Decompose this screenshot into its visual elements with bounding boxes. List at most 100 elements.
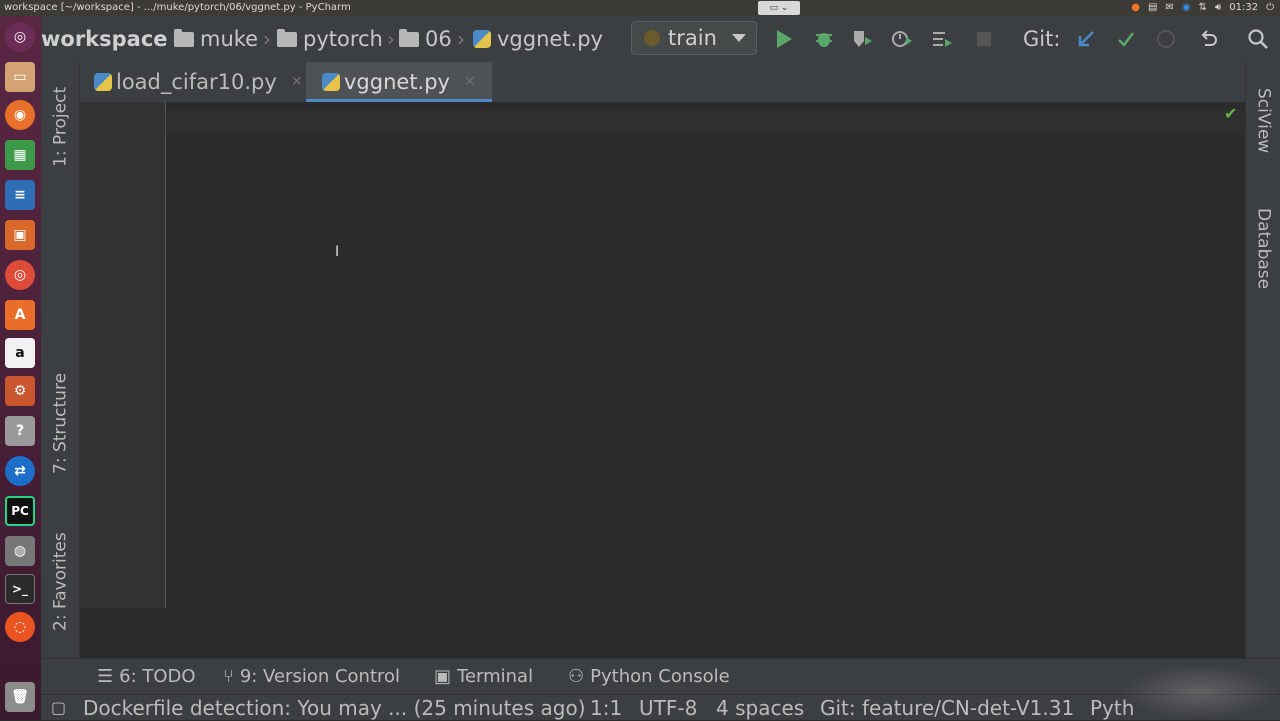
mail-icon[interactable]: ✉ bbox=[1165, 0, 1173, 16]
debug-button[interactable] bbox=[811, 26, 837, 52]
window-controls[interactable]: ▭ ⌄ bbox=[758, 1, 800, 15]
python-config-icon bbox=[644, 30, 660, 46]
tool-window-python-console[interactable]: ⚇ Python Console bbox=[568, 665, 730, 689]
editor-gutter[interactable] bbox=[80, 102, 166, 608]
editor-bottom-area bbox=[80, 608, 1245, 658]
launcher: ◎ ▭ ◉ ▦ ≡ ▣ ◎ A a ⚙ ? ⇄ PC ◍ >_ ◌ 🗑︎ bbox=[0, 16, 41, 720]
chevron-right-icon: › bbox=[387, 27, 395, 51]
notification-glow bbox=[1120, 664, 1280, 720]
breadcrumb-vggnet[interactable]: vggnet.py bbox=[473, 24, 603, 54]
window-title: workspace [~/workspace] - .../muke/pytor… bbox=[4, 2, 351, 13]
breadcrumb-pytorch[interactable]: pytorch bbox=[277, 24, 383, 54]
run-icon bbox=[777, 30, 792, 48]
power-icon[interactable]: ⏻ bbox=[1266, 0, 1274, 16]
editor-tabs: load_cifar10.py ✕ vggnet.py ✕ bbox=[80, 62, 1245, 102]
status-bar: ▢ Dockerfile detection: You may ... (25 … bbox=[41, 694, 1280, 720]
dash-icon[interactable]: ◎ bbox=[5, 22, 35, 52]
volume-icon[interactable]: 🔊︎ bbox=[1215, 0, 1221, 16]
folder-icon bbox=[399, 28, 419, 47]
close-icon[interactable]: ✕ bbox=[291, 62, 303, 102]
network-icon[interactable]: ⇅ bbox=[1199, 0, 1207, 16]
folder-icon bbox=[174, 28, 194, 47]
teamviewer-icon[interactable]: ⇄ bbox=[5, 456, 35, 486]
settings-icon[interactable]: ⚙ bbox=[5, 376, 35, 406]
teamviewer-tray-icon[interactable]: ◉ bbox=[1182, 0, 1191, 16]
writer-icon[interactable]: ≡ bbox=[5, 180, 35, 210]
tool-window-terminal[interactable]: ▣ Terminal bbox=[434, 665, 533, 689]
help-icon[interactable]: ? bbox=[5, 416, 35, 446]
coverage-button[interactable] bbox=[849, 26, 875, 52]
right-tool-strip: SciView Database bbox=[1245, 62, 1280, 658]
breadcrumb-06[interactable]: 06 bbox=[399, 24, 452, 54]
python-file-icon bbox=[94, 73, 112, 91]
concurrency-icon bbox=[933, 32, 952, 47]
chrome-icon[interactable]: ◎ bbox=[5, 260, 35, 290]
spreadsheet-icon[interactable]: ▦ bbox=[5, 140, 35, 170]
left-tool-strip: 1: Project 7: Structure 2: Favorites bbox=[41, 62, 80, 658]
text-cursor-icon: I bbox=[335, 244, 340, 260]
bug-icon bbox=[816, 33, 832, 47]
profile-button[interactable] bbox=[889, 26, 915, 52]
chevron-down-icon bbox=[732, 34, 746, 42]
tool-window-database[interactable]: Database bbox=[1246, 194, 1280, 304]
tool-window-favorites[interactable]: 2: Favorites bbox=[41, 517, 80, 647]
vcs-history-button[interactable] bbox=[1153, 26, 1179, 52]
code-editor[interactable] bbox=[167, 102, 1245, 608]
system-tray: ● ▤ ✉ ◉ ⇅ 🔊︎ 01:32 ⏻ bbox=[1131, 0, 1274, 16]
rollback-button[interactable] bbox=[1195, 26, 1221, 52]
ubuntu-icon[interactable]: ● bbox=[1131, 0, 1140, 16]
git-branch[interactable]: Git: feature/CN-det-V1.31 bbox=[820, 695, 1074, 721]
coverage-icon bbox=[854, 31, 872, 47]
clock[interactable]: 01:32 bbox=[1229, 0, 1258, 16]
bottom-tool-bar: ☰ 6: TODO ⑂ 9: Version Control ▣ Termina… bbox=[41, 658, 1280, 694]
tool-windows-toggle-icon[interactable]: ▢ bbox=[51, 695, 66, 721]
keyboard-icon[interactable]: ▤ bbox=[1148, 0, 1157, 16]
tool-window-version-control[interactable]: ⑂ 9: Version Control bbox=[223, 665, 400, 689]
history-icon bbox=[1157, 30, 1175, 48]
trash-icon[interactable]: 🗑︎ bbox=[5, 682, 35, 712]
terminal-icon[interactable]: >_ bbox=[5, 574, 35, 604]
python-icon: ⚇ bbox=[568, 666, 585, 687]
file-encoding[interactable]: UTF-8 bbox=[639, 695, 697, 721]
python-file-icon bbox=[322, 73, 340, 91]
breadcrumb-muke[interactable]: muke bbox=[174, 24, 258, 54]
amazon-icon[interactable]: a bbox=[5, 338, 35, 368]
camera-icon[interactable]: ◍ bbox=[5, 536, 35, 566]
tool-window-project[interactable]: 1: Project bbox=[41, 74, 80, 179]
run-button[interactable] bbox=[771, 26, 797, 52]
firefox-icon[interactable]: ◉ bbox=[5, 100, 35, 130]
software-center-icon[interactable]: A bbox=[5, 300, 35, 330]
caret-position[interactable]: 1:1 bbox=[590, 695, 622, 721]
tab-load-cifar10[interactable]: load_cifar10.py ✕ bbox=[94, 62, 313, 102]
undo-icon bbox=[1201, 30, 1217, 46]
search-icon bbox=[1248, 29, 1268, 49]
breadcrumb-workspace[interactable]: workspace bbox=[41, 24, 168, 54]
tool-window-todo[interactable]: ☰ 6: TODO bbox=[97, 665, 196, 689]
tool-window-sciview[interactable]: SciView bbox=[1246, 76, 1280, 166]
search-everywhere-button[interactable] bbox=[1245, 26, 1271, 52]
terminal-icon: ▣ bbox=[434, 666, 452, 687]
profiler-icon bbox=[892, 31, 912, 47]
tool-window-structure[interactable]: 7: Structure bbox=[41, 358, 80, 488]
os-top-panel: workspace [~/workspace] - .../muke/pytor… bbox=[0, 0, 1280, 16]
vcs-update-button[interactable] bbox=[1073, 26, 1099, 52]
checkmark-icon bbox=[1118, 32, 1134, 47]
ubuntu-logo-icon[interactable]: ◌ bbox=[5, 612, 35, 642]
inspection-ok-icon[interactable]: ✔ bbox=[1224, 104, 1237, 123]
list-icon: ☰ bbox=[97, 666, 114, 687]
impress-icon[interactable]: ▣ bbox=[5, 220, 35, 250]
chevron-right-icon: › bbox=[263, 27, 271, 51]
status-message[interactable]: Dockerfile detection: You may ... (25 mi… bbox=[83, 695, 586, 721]
close-icon[interactable]: ✕ bbox=[464, 62, 476, 102]
arrow-down-left-icon bbox=[1078, 31, 1094, 47]
vcs-commit-button[interactable] bbox=[1113, 26, 1139, 52]
tab-vggnet[interactable]: vggnet.py ✕ bbox=[306, 62, 492, 102]
stop-button[interactable] bbox=[971, 26, 997, 52]
python-file-icon bbox=[473, 30, 491, 48]
files-icon[interactable]: ▭ bbox=[5, 62, 35, 92]
run-configuration-dropdown[interactable]: train bbox=[631, 21, 757, 55]
concurrency-button[interactable] bbox=[929, 26, 955, 52]
pycharm-icon[interactable]: PC bbox=[5, 496, 35, 526]
caret-row-highlight bbox=[167, 110, 1245, 134]
indent-setting[interactable]: 4 spaces bbox=[716, 695, 804, 721]
